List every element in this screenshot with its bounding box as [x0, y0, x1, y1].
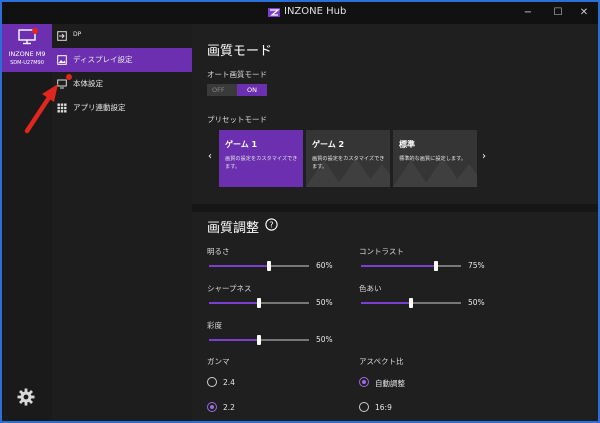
section-divider: [192, 204, 598, 212]
slider-thumb[interactable]: [257, 298, 261, 308]
close-button[interactable]: ✕: [576, 5, 592, 21]
slider-thumb[interactable]: [434, 261, 438, 271]
gamma-radio-2-2[interactable]: [207, 402, 217, 412]
preset-name: ゲーム 1: [225, 140, 258, 149]
nav-input-dp[interactable]: DP: [52, 24, 192, 48]
brightness-label: 明るさ: [207, 247, 230, 256]
gamma-option-label: 2.4: [223, 378, 235, 387]
nav-input-label: DP: [73, 31, 82, 38]
slider-fill: [209, 302, 259, 304]
help-icon[interactable]: ?: [265, 218, 278, 231]
help-glyph: ?: [269, 220, 273, 229]
preset-card-standard[interactable]: 標準 標準的な画質に設定します。: [393, 130, 477, 187]
preset-desc: 標準的な画質に設定します。: [399, 156, 466, 162]
nav-item-app-link-settings[interactable]: アプリ連動設定: [52, 96, 192, 120]
brightness-value: 60%: [316, 261, 333, 270]
auto-picture-mode-toggle[interactable]: OFF ON: [207, 84, 267, 96]
saturation-value: 50%: [316, 335, 333, 344]
auto-picture-mode-label: オート画質モード: [207, 70, 267, 79]
saturation-label: 彩度: [207, 321, 222, 330]
contrast-value: 75%: [468, 261, 485, 270]
image-icon: [57, 55, 67, 65]
title-bar: INZONE Hub − ☐ ✕: [2, 2, 598, 24]
app-window: INZONE Hub − ☐ ✕ INZONE M9 SDM-U27M90 DP…: [2, 2, 598, 421]
nav-item-display-settings[interactable]: ディスプレイ設定: [52, 48, 192, 72]
slider-thumb[interactable]: [409, 298, 413, 308]
settings-nav: DP ディスプレイ設定 本体設定 アプリ連動設定: [52, 24, 192, 421]
gamma-option-label: 2.2: [223, 403, 235, 412]
picture-mode-title: 画質モード: [207, 44, 273, 59]
hue-label: 色あい: [359, 284, 382, 293]
aspect-radio-auto[interactable]: [359, 377, 369, 387]
device-name: INZONE M9: [8, 50, 46, 58]
nav-item-device-settings[interactable]: 本体設定: [52, 72, 192, 96]
aspect-radio-16-9[interactable]: [359, 402, 369, 412]
hue-value: 50%: [468, 298, 485, 307]
main-content: 画質モード オート画質モード OFF ON プリセットモード ‹ ゲーム 1 画…: [192, 24, 598, 421]
slider-thumb[interactable]: [257, 335, 261, 345]
device-tile[interactable]: INZONE M9 SDM-U27M90: [2, 24, 52, 72]
saturation-slider[interactable]: [209, 335, 309, 345]
picture-adjust-title: 画質調整: [207, 221, 260, 236]
slider-fill: [361, 265, 436, 267]
toggle-off-label: OFF: [212, 86, 225, 94]
preset-desc: 画質の設定をカスタマイズできます。: [225, 156, 298, 170]
contrast-label: コントラスト: [359, 247, 404, 256]
contrast-slider[interactable]: [361, 261, 461, 271]
sharpness-value: 50%: [316, 298, 333, 307]
gamma-label: ガンマ: [207, 357, 230, 366]
brightness-slider[interactable]: [209, 261, 309, 271]
slider-fill: [209, 339, 259, 341]
nav-item-label: アプリ連動設定: [73, 103, 126, 112]
nav-item-label: 本体設定: [73, 79, 103, 88]
minimize-button[interactable]: −: [520, 5, 536, 21]
inzone-logo-icon: [268, 8, 280, 17]
gamma-radio-2-4[interactable]: [207, 377, 217, 387]
maximize-button[interactable]: ☐: [550, 5, 566, 21]
slider-fill: [209, 265, 269, 267]
chevron-right-icon[interactable]: ›: [482, 151, 486, 162]
device-model: SDM-U27M90: [10, 60, 44, 66]
aspect-option-label: 自動調整: [375, 379, 405, 388]
nav-item-label: ディスプレイ設定: [73, 55, 133, 64]
annotation-dot: [32, 28, 38, 34]
slider-thumb[interactable]: [267, 261, 271, 271]
window-title: INZONE Hub: [284, 6, 347, 17]
preset-card-game2[interactable]: ゲーム 2 画質の設定をカスタマイズできます。: [306, 130, 390, 187]
slider-fill: [361, 302, 411, 304]
preset-name: ゲーム 2: [312, 140, 345, 149]
preset-mode-label: プリセットモード: [207, 115, 267, 124]
annotation-dot: [66, 74, 72, 80]
aspect-option-label: 16:9: [375, 403, 392, 412]
preset-card-game1[interactable]: ゲーム 1 画質の設定をカスタマイズできます。: [219, 130, 303, 187]
preset-desc: 画質の設定をカスタマイズできます。: [312, 156, 385, 170]
toggle-on-label: ON: [237, 84, 267, 96]
chevron-left-icon[interactable]: ‹: [208, 151, 212, 162]
gear-icon[interactable]: [17, 388, 35, 406]
sharpness-slider[interactable]: [209, 298, 309, 308]
hue-slider[interactable]: [361, 298, 461, 308]
aspect-ratio-label: アスペクト比: [359, 357, 404, 366]
annotation-arrow-icon: [24, 84, 58, 134]
sharpness-label: シャープネス: [207, 284, 252, 293]
input-icon: [57, 31, 67, 41]
preset-name: 標準: [399, 140, 415, 149]
